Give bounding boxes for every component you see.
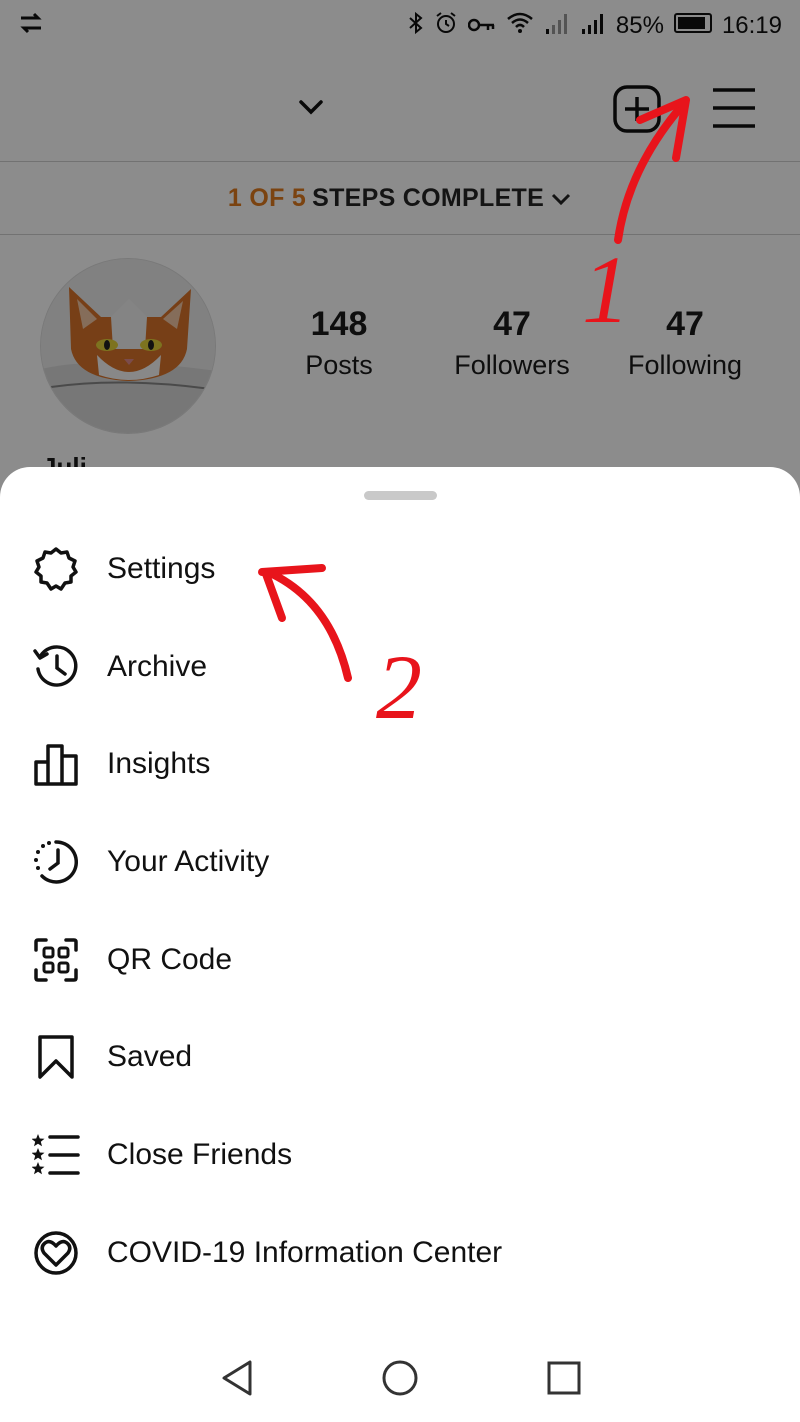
- menu-item-qr-code[interactable]: QR Code: [0, 911, 800, 1009]
- archive-icon: [33, 644, 78, 687]
- menu-item-label: QR Code: [107, 942, 233, 976]
- menu-item-label: Settings: [107, 551, 216, 585]
- home-icon[interactable]: [380, 1358, 420, 1398]
- options-bottom-sheet: Settings Archive Insights Your Activity …: [0, 467, 800, 1422]
- menu-item-settings[interactable]: Settings: [0, 520, 800, 618]
- menu-item-label: Your Activity: [107, 844, 270, 878]
- activity-icon: [34, 840, 79, 884]
- close-friends-icon: [32, 1133, 80, 1175]
- menu-item-label: COVID-19 Information Center: [107, 1235, 503, 1269]
- menu-item-your-activity[interactable]: Your Activity: [0, 813, 800, 911]
- system-navigation-bar: [0, 1342, 800, 1422]
- menu-item-close-friends[interactable]: Close Friends: [0, 1106, 800, 1204]
- qr-code-icon: [34, 937, 78, 982]
- menu-item-label: Insights: [107, 747, 211, 781]
- insights-icon: [34, 744, 78, 786]
- menu-item-covid-info[interactable]: COVID-19 Information Center: [0, 1204, 800, 1302]
- options-menu: Settings Archive Insights Your Activity …: [0, 520, 800, 1302]
- menu-item-insights[interactable]: Insights: [0, 715, 800, 813]
- menu-item-label: Archive: [107, 649, 208, 683]
- menu-item-archive[interactable]: Archive: [0, 618, 800, 716]
- covid-info-icon: [34, 1230, 78, 1275]
- gear-icon: [34, 547, 78, 591]
- recent-apps-icon[interactable]: [544, 1358, 584, 1398]
- menu-item-label: Saved: [107, 1040, 193, 1074]
- back-icon[interactable]: [218, 1358, 258, 1398]
- drag-handle[interactable]: [364, 491, 437, 500]
- menu-item-label: Close Friends: [107, 1137, 293, 1171]
- bookmark-icon: [38, 1035, 74, 1080]
- menu-item-saved[interactable]: Saved: [0, 1008, 800, 1106]
